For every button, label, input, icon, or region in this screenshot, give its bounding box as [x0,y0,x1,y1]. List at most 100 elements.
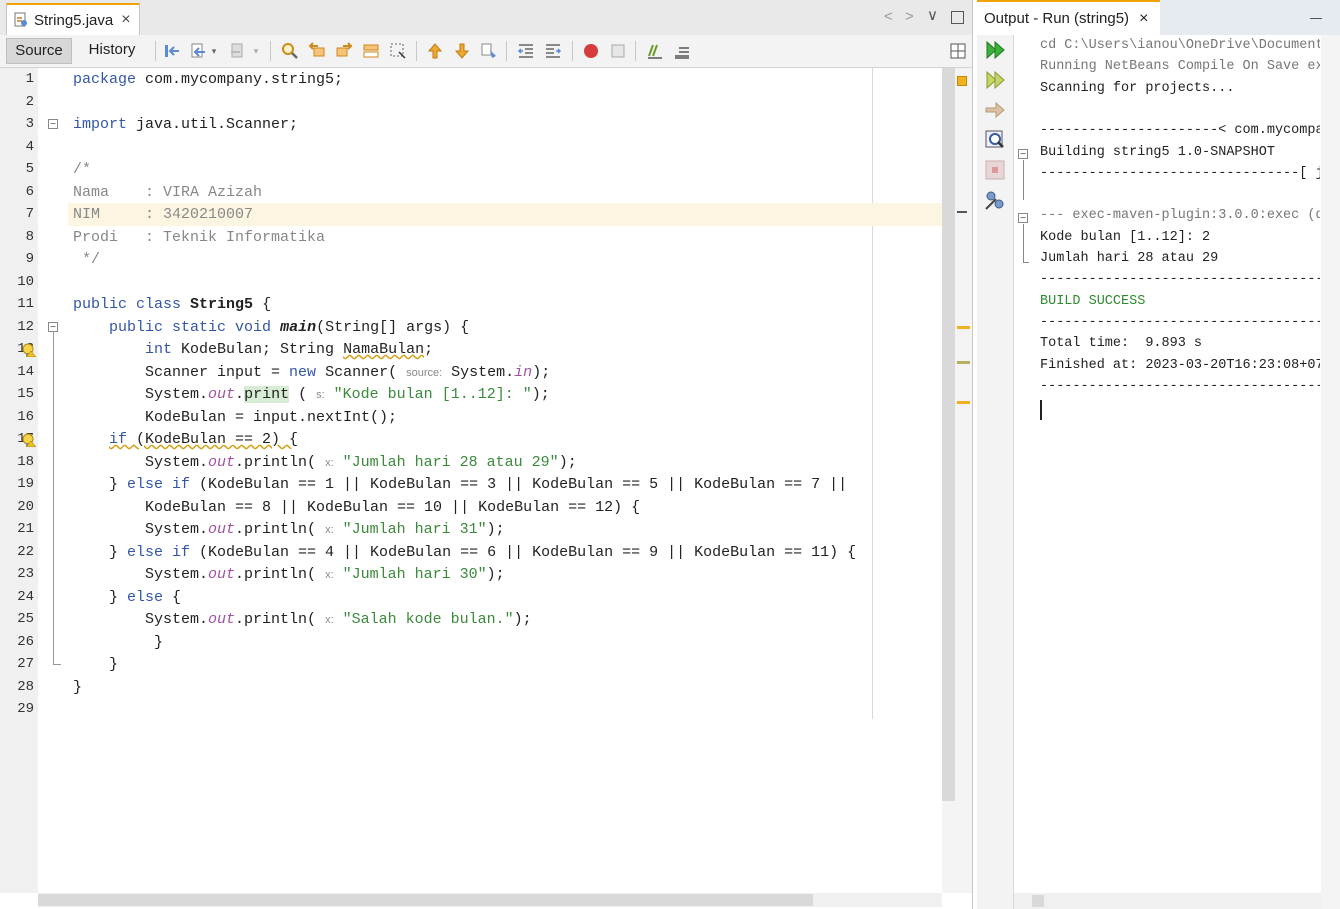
warning-status-icon[interactable] [957,76,967,86]
start-macro-recording-icon[interactable] [581,41,601,61]
history-view-button[interactable]: History [80,38,144,64]
line-number: 6 [25,183,34,200]
right-margin-guide [872,68,873,719]
output-line: Building string5 1.0-SNAPSHOT [1040,144,1275,160]
warning-bulb-icon[interactable] [22,433,37,448]
fold-imports-icon[interactable]: − [48,119,58,130]
source-view-button[interactable]: Source [6,38,72,64]
settings-icon[interactable] [983,188,1007,212]
scroll-tabs-right-icon[interactable]: > [905,8,914,25]
code-line[interactable]: System.out.println( x: "Jumlah hari 30")… [73,566,505,583]
output-horizontal-scrollbar[interactable] [1014,893,1321,909]
code-line[interactable]: System.out.println( x: "Salah kode bulan… [73,611,532,628]
warning-stripe-mark[interactable] [957,326,970,329]
previous-bookmark-icon[interactable] [425,41,445,61]
warning-bulb-icon[interactable] [22,343,37,358]
split-editor-icon[interactable] [948,41,968,61]
code-line[interactable]: System.out.print ( s: "Kode bulan [1..12… [73,386,550,403]
code-line[interactable]: int KodeBulan; String NamaBulan; [73,341,433,358]
find-selection-icon[interactable] [280,41,300,61]
scroll-tabs-left-icon[interactable]: < [884,8,893,25]
rerun-with-params-icon[interactable] [983,68,1007,92]
find-next-icon[interactable] [334,41,354,61]
resume-icon[interactable] [983,98,1007,122]
back-icon[interactable] [188,41,208,61]
warning-stripe-mark[interactable] [957,361,970,364]
code-line[interactable]: } else if (KodeBulan == 1 || KodeBulan =… [73,476,847,493]
line-number: 9 [25,251,34,267]
shift-right-icon[interactable] [543,41,563,61]
code-line[interactable]: Scanner input = new Scanner( source: Sys… [73,364,550,381]
toggle-highlight-icon[interactable] [361,41,381,61]
editor-horizontal-scrollbar[interactable] [38,893,942,907]
stop-macro-recording-icon[interactable] [608,41,628,61]
fold-method-icon[interactable]: − [48,322,58,333]
editor-panel: String5.java × < > ∨ Source History ▾ ▾ [0,0,973,909]
forward-dropdown-icon[interactable]: ▾ [250,41,262,61]
scrollbar-thumb[interactable] [38,894,813,906]
last-edit-icon[interactable] [162,41,182,61]
output-line: ----------------------------------------… [1040,378,1320,394]
output-console[interactable]: cd C:\Users\ianou\OneDrive\Documents\Net… [1040,38,1320,888]
code-line[interactable]: System.out.println( x: "Jumlah hari 28 a… [73,454,577,471]
close-tab-icon[interactable]: × [121,11,130,29]
stop-icon[interactable] [983,158,1007,182]
code-line[interactable]: } else { [73,589,181,606]
code-line[interactable]: Nama : VIRA Azizah [73,184,262,201]
output-vertical-scrollbar[interactable] [1321,35,1340,909]
code-line[interactable]: } else if (KodeBulan == 4 || KodeBulan =… [73,544,856,561]
output-tree-line [1023,160,1024,200]
output-line: Running NetBeans Compile On Save executi… [1040,59,1320,75]
toggle-bookmark-icon[interactable] [479,41,499,61]
forward-icon[interactable] [228,41,248,61]
output-tree-end [1023,262,1029,263]
code-line[interactable]: /* [73,161,91,178]
code-line[interactable]: Prodi : Teknik Informatika [73,229,325,246]
close-tab-icon[interactable]: × [1139,10,1148,28]
editor-vertical-scrollbar[interactable] [942,68,955,801]
code-line[interactable]: import java.util.Scanner; [73,116,298,133]
code-line[interactable]: if (KodeBulan == 2) { [73,431,298,448]
code-line[interactable]: } [73,634,163,651]
inspect-icon[interactable] [983,128,1007,152]
fold-exec-icon[interactable]: − [1018,213,1028,224]
editor-toolbar: Source History ▾ ▾ [0,35,972,68]
code-line[interactable]: } [73,679,82,696]
minimize-icon[interactable] [1310,18,1322,19]
code-line[interactable]: KodeBulan == 8 || KodeBulan == 10 || Kod… [73,499,640,516]
code-line[interactable]: KodeBulan = input.nextInt(); [73,409,397,426]
tab-list-dropdown-icon[interactable]: ∨ [927,6,938,24]
code-line[interactable]: */ [73,251,100,268]
maximize-window-icon[interactable] [951,11,964,24]
find-previous-icon[interactable] [307,41,327,61]
line-number: 22 [17,543,34,560]
code-line[interactable]: } [73,656,118,673]
editor-tab-string5[interactable]: String5.java × [6,3,140,35]
code-line[interactable]: public class String5 { [73,296,271,313]
output-line: Total time: 9.893 s [1040,336,1203,352]
output-line: Kode bulan [1..12]: 2 [1040,229,1211,245]
line-number: 25 [17,611,34,627]
warning-stripe-mark[interactable] [957,401,970,404]
output-line: Scanning for projects... [1040,80,1235,96]
line-number: 29 [17,701,34,717]
scrollbar-thumb[interactable] [1032,895,1044,907]
code-line[interactable]: System.out.println( x: "Jumlah hari 31")… [73,521,505,538]
line-number: 27 [17,656,34,672]
line-number: 20 [17,498,34,515]
rerun-icon[interactable] [983,38,1007,62]
comment-icon[interactable] [645,41,665,61]
output-line: ----------------------< com.mycompany:st… [1040,123,1320,139]
uncomment-icon[interactable] [672,41,692,61]
back-dropdown-icon[interactable]: ▾ [208,41,220,61]
shift-left-icon[interactable] [516,41,536,61]
caret-position-marker [957,211,967,213]
rectangular-selection-icon[interactable] [388,41,408,61]
code-line[interactable]: public static void main(String[] args) { [73,319,469,336]
output-tab-run[interactable]: Output - Run (string5) × [977,0,1160,35]
next-bookmark-icon[interactable] [452,41,472,61]
code-line[interactable]: package com.mycompany.string5; [73,71,343,88]
fold-build-icon[interactable]: − [1018,149,1028,160]
output-line: Jumlah hari 28 atau 29 [1040,251,1219,266]
code-line[interactable]: NIM : 3420210007 [73,206,253,223]
